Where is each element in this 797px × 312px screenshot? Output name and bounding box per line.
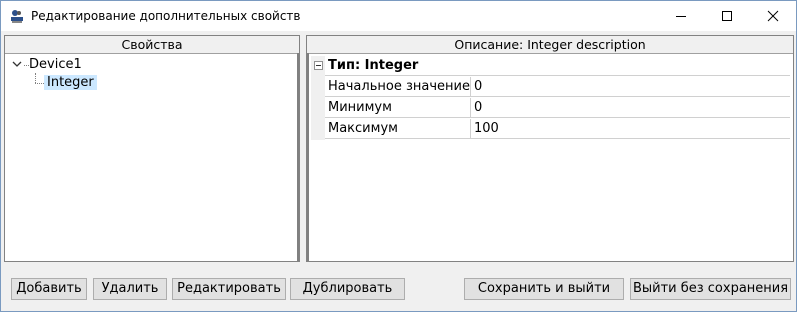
grid-gutter — [311, 119, 325, 140]
property-name: Начальное значение — [325, 77, 471, 97]
table-row[interactable]: Начальное значение 0 — [311, 77, 790, 98]
chevron-down-icon[interactable] — [11, 58, 23, 70]
property-value[interactable]: 100 — [471, 119, 790, 139]
grid-gutter — [311, 77, 325, 98]
dialog-window: Редактирование дополнительных свойств Св… — [0, 0, 797, 312]
property-name: Максимум — [325, 119, 471, 139]
minimize-icon — [676, 16, 686, 17]
grid-group-row[interactable]: Тип: Integer — [311, 56, 790, 77]
panel-border — [307, 53, 309, 261]
properties-header: Свойства — [5, 36, 299, 54]
tree-item-label: Integer — [44, 75, 97, 90]
grid-gutter — [311, 56, 325, 77]
property-name: Минимум — [325, 98, 471, 118]
minimize-button[interactable] — [658, 1, 704, 31]
title-bar[interactable]: Редактирование дополнительных свойств — [1, 1, 796, 31]
description-panel: Описание: Integer description Тип: Integ… — [306, 35, 794, 262]
save-and-exit-button[interactable]: Сохранить и выйти — [464, 278, 624, 300]
tree-item-integer[interactable]: Integer — [44, 74, 97, 92]
add-button[interactable]: Добавить — [11, 278, 87, 300]
property-value[interactable]: 0 — [471, 77, 790, 97]
properties-panel: Свойства Device1 Integer — [4, 35, 300, 262]
delete-button[interactable]: Удалить — [93, 278, 167, 300]
grid-gutter — [311, 98, 325, 119]
collapse-icon[interactable] — [314, 61, 323, 70]
tree-item-label: Device1 — [29, 57, 82, 72]
edit-button[interactable]: Редактировать — [172, 278, 286, 300]
table-row[interactable]: Минимум 0 — [311, 98, 790, 119]
window-title: Редактирование дополнительных свойств — [31, 9, 301, 23]
tree-item-device1[interactable]: Device1 — [29, 56, 82, 74]
group-value — [471, 56, 790, 76]
maximize-icon — [722, 11, 732, 21]
tree-connector — [35, 73, 36, 83]
group-label: Тип: Integer — [325, 56, 471, 76]
panel-border — [297, 53, 299, 261]
exit-without-saving-button[interactable]: Выйти без сохранения — [630, 278, 791, 300]
tree-connector — [35, 83, 44, 84]
app-logo-icon — [9, 8, 25, 24]
table-row[interactable]: Максимум 100 — [311, 119, 790, 140]
property-value[interactable]: 0 — [471, 98, 790, 118]
duplicate-button[interactable]: Дублировать — [290, 278, 405, 300]
close-button[interactable] — [750, 1, 796, 31]
maximize-button[interactable] — [704, 1, 750, 31]
description-header: Описание: Integer description — [307, 36, 793, 54]
close-icon — [767, 10, 779, 22]
